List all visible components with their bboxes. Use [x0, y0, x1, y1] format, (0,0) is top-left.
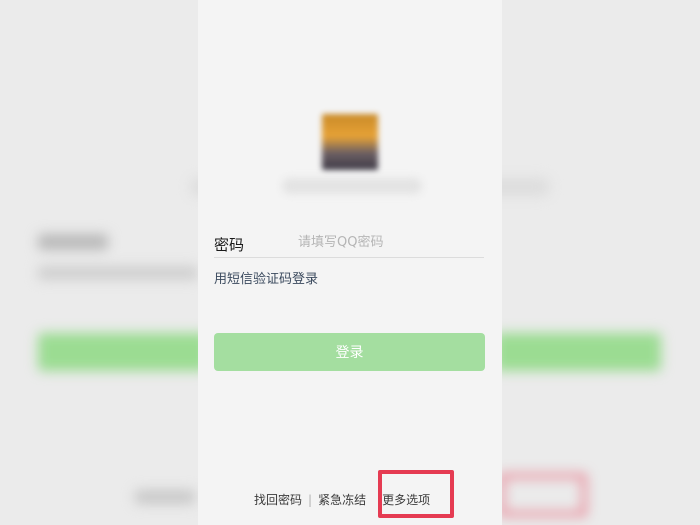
recover-password-link[interactable]: 找回密码	[254, 493, 302, 507]
blurred-title	[38, 234, 108, 250]
user-avatar	[322, 114, 378, 170]
password-row: 密码	[214, 228, 484, 258]
blurred-subtitle	[38, 266, 198, 280]
blurred-green-button-left	[38, 333, 208, 371]
login-panel	[198, 0, 502, 525]
blurred-bottom-text	[135, 490, 195, 504]
blurred-highlight-box	[500, 474, 586, 516]
emergency-freeze-link[interactable]: 紧急冻结	[318, 493, 366, 507]
login-button[interactable]: 登录	[214, 333, 485, 371]
password-label: 密码	[214, 236, 245, 254]
sms-login-link[interactable]: 用短信验证码登录	[214, 268, 318, 287]
more-options-highlight	[378, 470, 454, 518]
footer-separator: |	[308, 493, 313, 507]
blurred-username	[282, 178, 422, 194]
password-input[interactable]	[298, 230, 482, 254]
blurred-green-button-right	[495, 333, 661, 371]
